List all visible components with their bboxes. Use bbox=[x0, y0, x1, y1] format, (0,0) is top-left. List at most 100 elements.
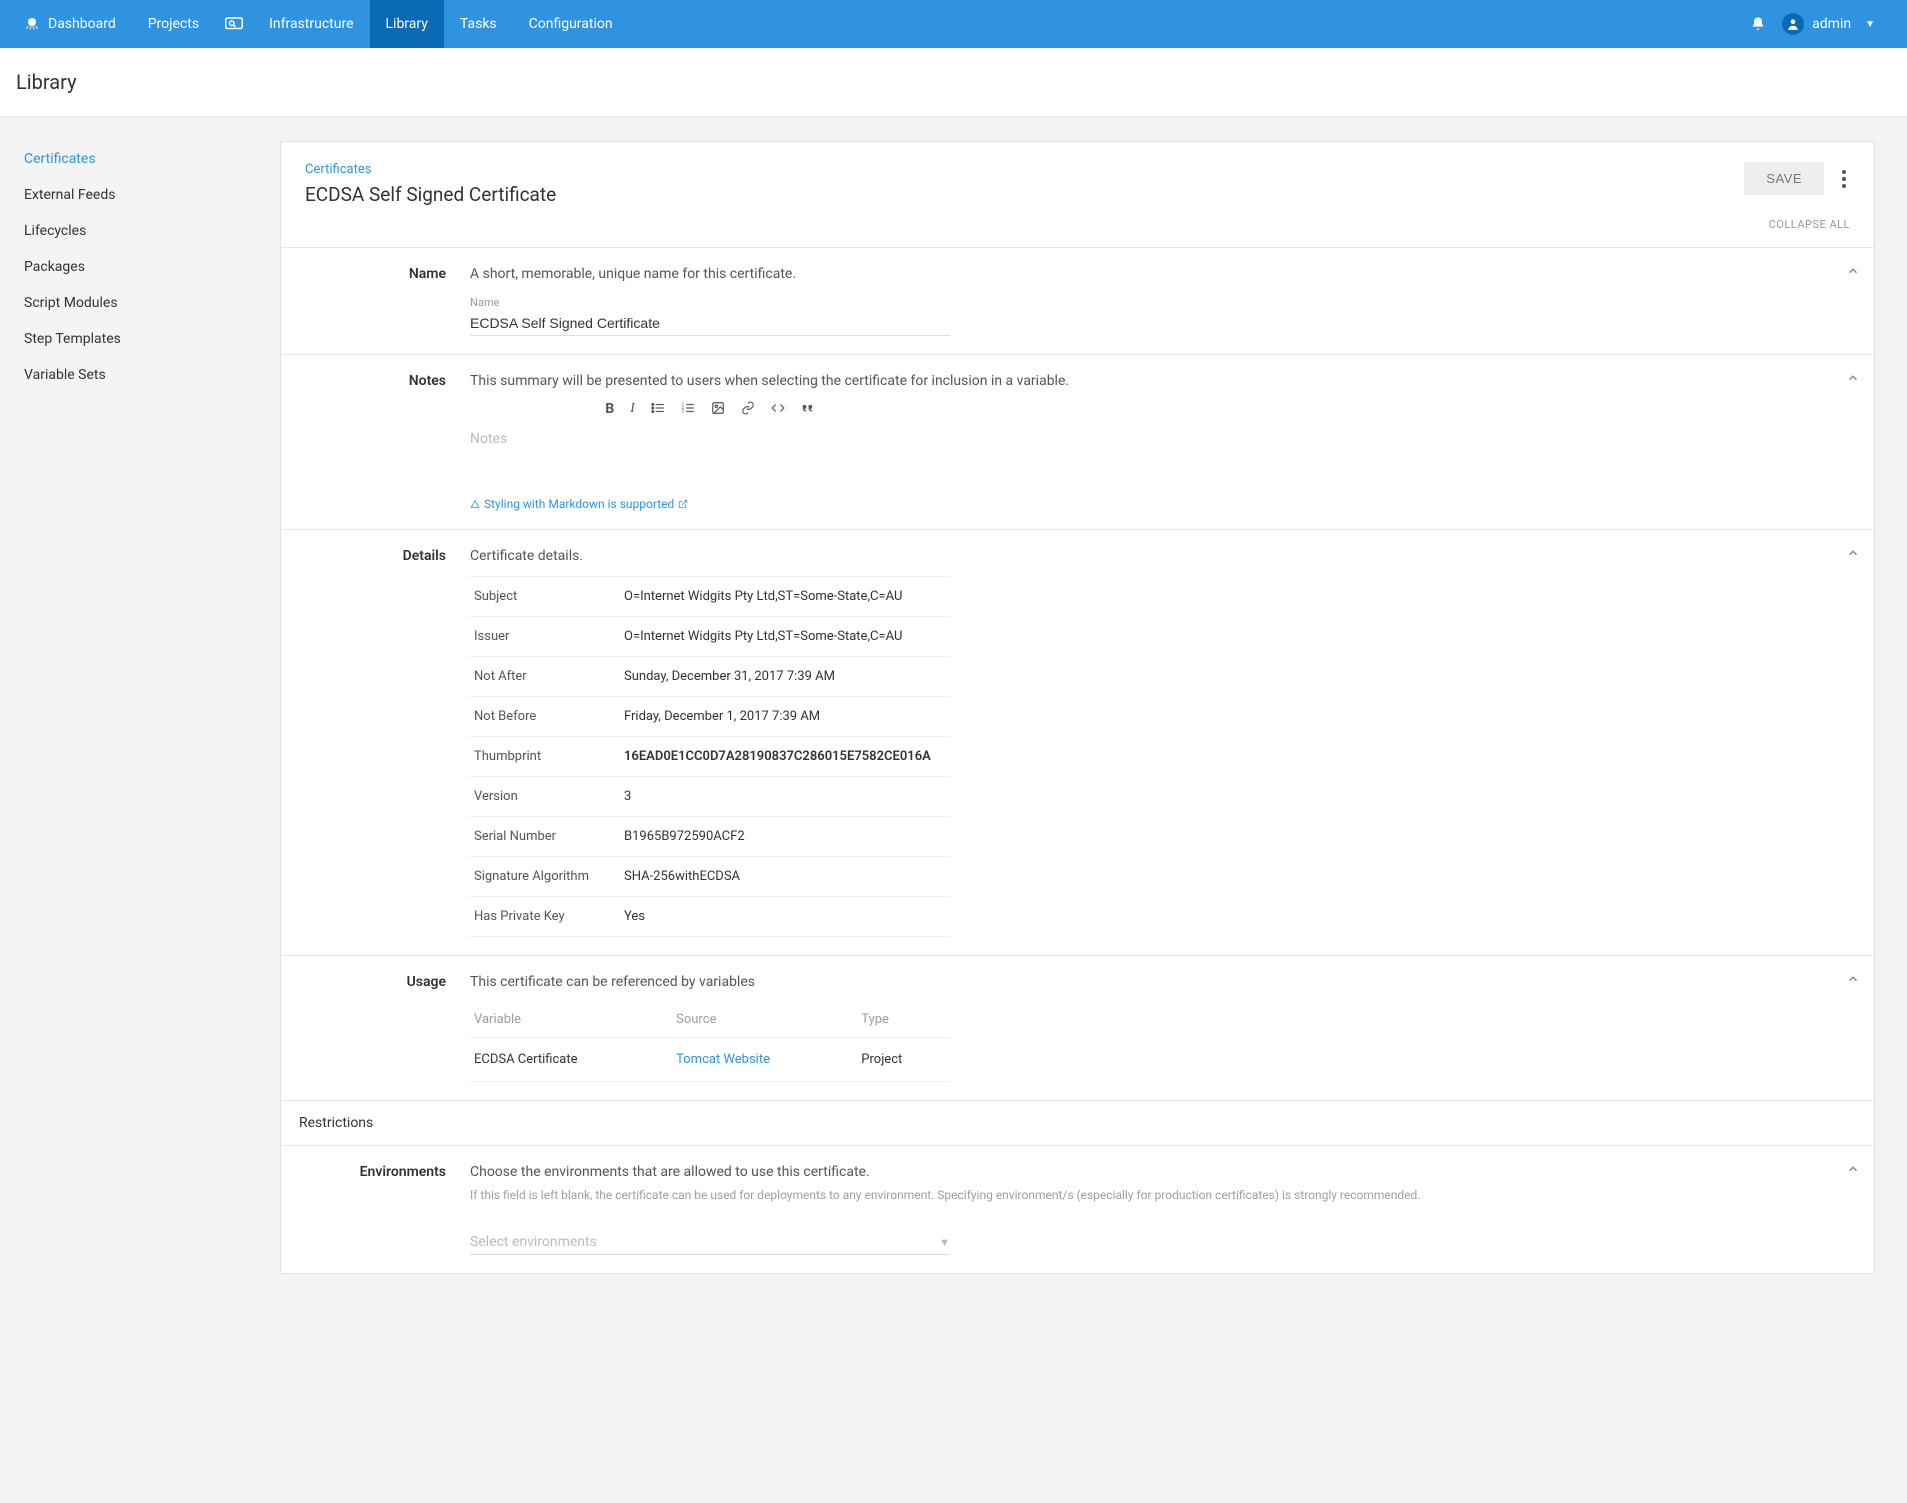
card-title: ECDSA Self Signed Certificate bbox=[305, 183, 556, 206]
nav-configuration[interactable]: Configuration bbox=[513, 0, 629, 48]
details-value: O=Internet Widgits Pty Ltd,ST=Some-State… bbox=[620, 617, 950, 657]
nav-dashboard[interactable]: Dashboard bbox=[8, 0, 132, 48]
notifications-icon[interactable] bbox=[1750, 16, 1766, 32]
usage-table: Variable Source Type ECDSA Certificate To… bbox=[470, 1002, 950, 1082]
details-row: Signature AlgorithmSHA-256withECDSA bbox=[470, 857, 950, 897]
link-icon[interactable] bbox=[741, 401, 755, 417]
usage-header-type: Type bbox=[857, 1002, 950, 1038]
section-label-name: Name bbox=[305, 266, 470, 336]
section-details: Details Certificate details. SubjectO=In… bbox=[281, 529, 1874, 955]
nav-label: Infrastructure bbox=[269, 16, 353, 32]
nav-projects[interactable]: Projects bbox=[132, 0, 215, 48]
section-desc: A short, memorable, unique name for this… bbox=[470, 266, 1850, 282]
image-icon[interactable] bbox=[711, 401, 725, 417]
details-key: Issuer bbox=[470, 617, 620, 657]
nav-label: Library bbox=[386, 16, 428, 32]
save-button[interactable]: SAVE bbox=[1744, 162, 1824, 195]
sidebar-item-external-feeds[interactable]: External Feeds bbox=[24, 177, 280, 213]
details-value: Sunday, December 31, 2017 7:39 AM bbox=[620, 657, 950, 697]
sidebar-item-script-modules[interactable]: Script Modules bbox=[24, 285, 280, 321]
details-row: Not BeforeFriday, December 1, 2017 7:39 … bbox=[470, 697, 950, 737]
details-key: Not Before bbox=[470, 697, 620, 737]
field-label: Name bbox=[470, 296, 1850, 309]
nav-label: Tasks bbox=[460, 16, 497, 32]
section-environments: Environments Choose the environments tha… bbox=[281, 1145, 1874, 1273]
usage-header-source: Source bbox=[672, 1002, 857, 1038]
section-hint: If this field is left blank, the certifi… bbox=[470, 1186, 1850, 1204]
usage-header-variable: Variable bbox=[470, 1002, 672, 1038]
name-input[interactable] bbox=[470, 309, 950, 336]
nav-tasks[interactable]: Tasks bbox=[444, 0, 513, 48]
bold-icon[interactable]: B bbox=[605, 401, 614, 417]
nav-label: Configuration bbox=[529, 16, 613, 32]
usage-type: Project bbox=[857, 1038, 950, 1082]
environments-select[interactable]: Select environments ▼ bbox=[470, 1228, 950, 1255]
details-row: Thumbprint16EAD0E1CC0D7A28190837C286015E… bbox=[470, 737, 950, 777]
markdown-help-link[interactable]: Styling with Markdown is supported bbox=[470, 497, 1850, 511]
restrictions-header: Restrictions bbox=[281, 1101, 1874, 1145]
sidebar-item-lifecycles[interactable]: Lifecycles bbox=[24, 213, 280, 249]
details-table: SubjectO=Internet Widgits Pty Ltd,ST=Som… bbox=[470, 576, 950, 937]
user-menu[interactable]: admin ▼ bbox=[1782, 13, 1875, 35]
details-value: Yes bbox=[620, 897, 950, 937]
details-key: Has Private Key bbox=[470, 897, 620, 937]
collapse-all-button[interactable]: COLLAPSE ALL bbox=[1769, 218, 1850, 231]
page-title: Library bbox=[0, 48, 1907, 117]
sidebar-item-packages[interactable]: Packages bbox=[24, 249, 280, 285]
breadcrumb[interactable]: Certificates bbox=[305, 162, 556, 177]
section-label-usage: Usage bbox=[305, 974, 470, 1082]
section-desc: Choose the environments that are allowed… bbox=[470, 1164, 1850, 1180]
details-value: SHA-256withECDSA bbox=[620, 857, 950, 897]
details-key: Signature Algorithm bbox=[470, 857, 620, 897]
svg-text:3: 3 bbox=[681, 409, 684, 414]
section-notes: Notes This summary will be presented to … bbox=[281, 354, 1874, 529]
section-restrictions-header: Restrictions bbox=[281, 1100, 1874, 1145]
details-key: Thumbprint bbox=[470, 737, 620, 777]
details-value: B1965B972590ACF2 bbox=[620, 817, 950, 857]
list-ol-icon[interactable]: 123 bbox=[681, 401, 695, 417]
overflow-menu-icon[interactable] bbox=[1838, 166, 1850, 192]
section-desc: Certificate details. bbox=[470, 548, 1850, 564]
quote-icon[interactable] bbox=[801, 401, 815, 417]
section-label-notes: Notes bbox=[305, 373, 470, 511]
section-label-environments: Environments bbox=[305, 1164, 470, 1255]
italic-icon[interactable]: I bbox=[630, 401, 635, 417]
usage-source-link[interactable]: Tomcat Website bbox=[676, 1052, 770, 1067]
section-name: Name A short, memorable, unique name for… bbox=[281, 247, 1874, 354]
section-desc: This summary will be presented to users … bbox=[470, 373, 1850, 389]
nav-infrastructure[interactable]: Infrastructure bbox=[253, 0, 369, 48]
section-usage: Usage This certificate can be referenced… bbox=[281, 955, 1874, 1100]
notes-input[interactable] bbox=[470, 423, 950, 493]
chevron-down-icon: ▼ bbox=[1865, 19, 1875, 30]
details-value: 16EAD0E1CC0D7A28190837C286015E7582CE016A bbox=[620, 737, 950, 777]
octopus-icon bbox=[24, 16, 40, 32]
select-placeholder: Select environments bbox=[470, 1234, 597, 1250]
search-scope-icon bbox=[225, 17, 243, 31]
sidebar: Certificates External Feeds Lifecycles P… bbox=[0, 117, 280, 1463]
usage-row: ECDSA Certificate Tomcat Website Project bbox=[470, 1038, 950, 1082]
certificate-card: Certificates ECDSA Self Signed Certifica… bbox=[280, 141, 1875, 1274]
details-value: 3 bbox=[620, 777, 950, 817]
details-key: Subject bbox=[470, 577, 620, 617]
sidebar-item-step-templates[interactable]: Step Templates bbox=[24, 321, 280, 357]
code-icon[interactable] bbox=[771, 401, 785, 417]
nav-search[interactable] bbox=[215, 0, 253, 48]
notes-toolbar: B I 123 bbox=[470, 393, 950, 423]
nav-library[interactable]: Library bbox=[370, 0, 444, 48]
sidebar-item-variable-sets[interactable]: Variable Sets bbox=[24, 357, 280, 393]
section-desc: This certificate can be referenced by va… bbox=[470, 974, 1850, 990]
details-row: Has Private KeyYes bbox=[470, 897, 950, 937]
details-key: Not After bbox=[470, 657, 620, 697]
avatar-icon bbox=[1782, 13, 1804, 35]
details-row: Serial NumberB1965B972590ACF2 bbox=[470, 817, 950, 857]
usage-variable: ECDSA Certificate bbox=[470, 1038, 672, 1082]
details-value: Friday, December 1, 2017 7:39 AM bbox=[620, 697, 950, 737]
list-ul-icon[interactable] bbox=[651, 401, 665, 417]
sidebar-item-certificates[interactable]: Certificates bbox=[24, 141, 280, 177]
details-key: Serial Number bbox=[470, 817, 620, 857]
details-key: Version bbox=[470, 777, 620, 817]
details-row: SubjectO=Internet Widgits Pty Ltd,ST=Som… bbox=[470, 577, 950, 617]
details-row: IssuerO=Internet Widgits Pty Ltd,ST=Some… bbox=[470, 617, 950, 657]
user-name: admin bbox=[1812, 16, 1851, 32]
details-row: Version3 bbox=[470, 777, 950, 817]
